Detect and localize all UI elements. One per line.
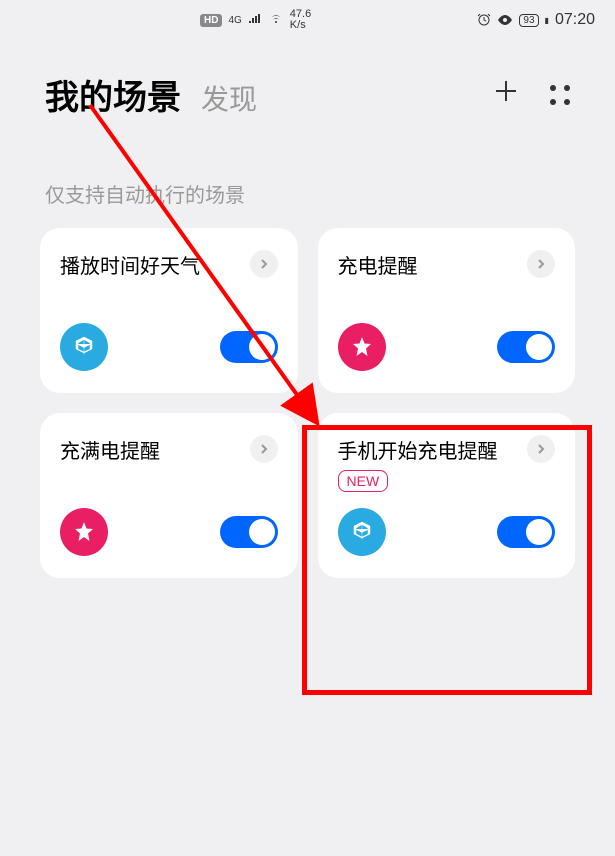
battery-icon: 93 bbox=[519, 14, 538, 27]
cube-icon bbox=[338, 508, 386, 556]
status-bar: HD 4G 47.6K/s 93 ▮ 07:20 bbox=[0, 0, 615, 40]
menu-dots-icon[interactable] bbox=[550, 85, 570, 105]
chevron-right-icon[interactable] bbox=[250, 250, 278, 278]
header-actions bbox=[492, 75, 570, 114]
toggle-switch[interactable] bbox=[497, 331, 555, 363]
card-title: 充满电提醒 bbox=[60, 435, 160, 464]
eye-icon bbox=[497, 13, 513, 28]
card-title: 播放时间好天气 bbox=[60, 250, 200, 279]
add-button[interactable] bbox=[492, 75, 520, 114]
battery-tip-icon: ▮ bbox=[545, 16, 549, 25]
signal-icon bbox=[248, 13, 262, 28]
scene-card-start-charge[interactable]: 手机开始充电提醒 NEW bbox=[318, 413, 576, 578]
star-icon bbox=[60, 508, 108, 556]
toggle-switch[interactable] bbox=[220, 516, 278, 548]
status-right: 93 ▮ 07:20 bbox=[477, 11, 595, 29]
alarm-icon bbox=[477, 12, 491, 29]
chevron-right-icon[interactable] bbox=[527, 435, 555, 463]
toggle-switch[interactable] bbox=[220, 331, 278, 363]
chevron-right-icon[interactable] bbox=[527, 250, 555, 278]
scene-card-charge-remind[interactable]: 充电提醒 bbox=[318, 228, 576, 393]
clock: 07:20 bbox=[555, 11, 595, 29]
scene-card-full-charge[interactable]: 充满电提醒 bbox=[40, 413, 298, 578]
chevron-right-icon[interactable] bbox=[250, 435, 278, 463]
tab-discover[interactable]: 发现 bbox=[201, 78, 257, 118]
toggle-switch[interactable] bbox=[497, 516, 555, 548]
scene-grid: 播放时间好天气 充电提醒 充满电提醒 bbox=[0, 228, 615, 578]
wifi-icon bbox=[268, 13, 284, 28]
cube-icon bbox=[60, 323, 108, 371]
hd-icon: HD bbox=[200, 14, 222, 27]
network-label: 4G bbox=[228, 15, 241, 26]
new-badge: NEW bbox=[338, 470, 389, 492]
header-tabs: 我的场景 发现 bbox=[45, 70, 257, 119]
header: 我的场景 发现 bbox=[0, 40, 615, 139]
tab-my-scenes[interactable]: 我的场景 bbox=[45, 70, 181, 119]
speed-display: 47.6K/s bbox=[290, 9, 311, 31]
star-icon bbox=[338, 323, 386, 371]
card-title: 手机开始充电提醒 bbox=[338, 435, 498, 464]
card-title: 充电提醒 bbox=[338, 250, 418, 279]
scene-card-weather[interactable]: 播放时间好天气 bbox=[40, 228, 298, 393]
status-left: HD 4G 47.6K/s bbox=[200, 9, 311, 31]
section-label: 仅支持自动执行的场景 bbox=[0, 139, 615, 228]
